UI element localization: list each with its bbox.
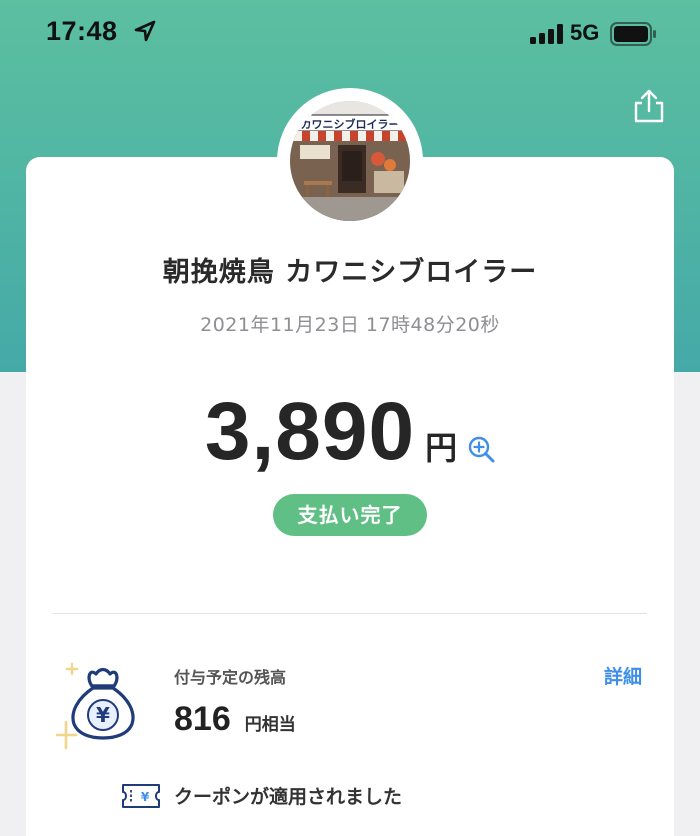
storefront-image: カワニシブロイラー <box>290 101 410 221</box>
network-label: 5G <box>570 20 600 45</box>
share-icon[interactable] <box>632 88 666 124</box>
points-label: 付与予定の残高 <box>174 668 287 687</box>
amount-wrap: 3,890 円 <box>205 388 495 476</box>
storefront-sign: カワニシブロイラー <box>301 117 400 131</box>
zoom-in-icon[interactable] <box>467 435 495 463</box>
svg-text:¥: ¥ <box>141 790 150 804</box>
location-arrow-icon <box>134 20 156 42</box>
amount-unit: 円 <box>425 429 458 467</box>
detail-link[interactable]: 詳細 <box>604 662 642 689</box>
status-time: 17:48 <box>46 16 118 46</box>
status-bar: 17:48 5G <box>0 0 700 68</box>
payment-datetime: 2021年11月23日 17時48分20秒 <box>200 314 500 336</box>
coupon-applied-text: クーポンが適用されました <box>174 786 403 808</box>
payment-amount: 3,890 <box>204 386 416 477</box>
points-unit: 円相当 <box>244 715 296 735</box>
svg-text:¥: ¥ <box>96 703 110 727</box>
points-value: 816 <box>174 700 231 738</box>
divider <box>53 613 647 614</box>
shop-avatar: カワニシブロイラー <box>290 101 410 221</box>
amount-row: 3,890 円 <box>0 388 700 476</box>
signal-icon <box>530 24 563 44</box>
money-bag-icon: ¥ <box>56 662 135 750</box>
shop-name: 朝挽焼鳥 カワニシブロイラー <box>162 257 538 288</box>
points-row: 816 円相当 <box>174 700 296 739</box>
payment-status-badge: 支払い完了 <box>273 494 427 536</box>
battery-icon <box>610 22 656 46</box>
coupon-ticket-icon: ¥ <box>122 784 160 808</box>
